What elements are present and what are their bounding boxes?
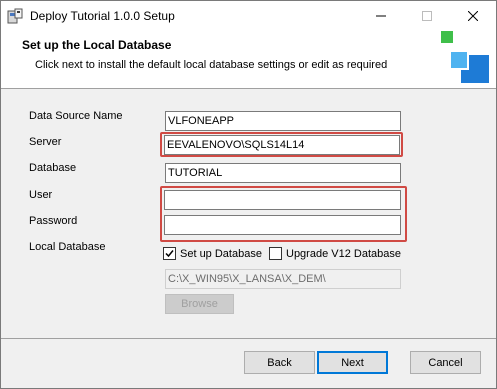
checkbox-box[interactable] — [163, 247, 176, 260]
minimize-button[interactable] — [358, 1, 404, 31]
title-bar[interactable]: Deploy Tutorial 1.0.0 Setup — [1, 1, 496, 31]
brand-logo — [441, 31, 489, 83]
back-button[interactable]: Back — [244, 351, 315, 374]
data-source-label: Data Source Name — [29, 110, 123, 122]
page-subtitle: Click next to install the default local … — [35, 59, 388, 71]
password-input[interactable] — [164, 215, 401, 235]
cancel-button[interactable]: Cancel — [410, 351, 481, 374]
password-label: Password — [29, 215, 78, 227]
minimize-icon — [376, 15, 386, 17]
server-input[interactable]: EEVALENOVO\SQLS14L14 — [164, 135, 400, 155]
checkbox-box[interactable] — [269, 247, 282, 260]
close-icon — [468, 11, 478, 21]
upgrade-database-label: Upgrade V12 Database — [286, 247, 401, 260]
browse-button: Browse — [165, 294, 234, 314]
local-database-label: Local Database — [29, 241, 106, 253]
close-button[interactable] — [450, 1, 496, 31]
setup-window: Deploy Tutorial 1.0.0 Setup Set up the L… — [0, 0, 497, 389]
user-input[interactable] — [164, 190, 401, 210]
maximize-icon — [422, 11, 432, 21]
page-title: Set up the Local Database — [22, 38, 172, 52]
database-path-input: C:\X_WIN95\X_LANSA\X_DEM\ — [165, 269, 401, 289]
server-label: Server — [29, 136, 62, 148]
wizard-header: Set up the Local Database Click next to … — [1, 31, 496, 89]
database-label: Database — [29, 162, 77, 174]
installer-icon — [7, 8, 23, 24]
next-button[interactable]: Next — [317, 351, 388, 374]
user-label: User — [29, 189, 53, 201]
setup-database-label: Set up Database — [180, 247, 262, 260]
footer-divider — [1, 338, 496, 339]
checkmark-icon — [165, 250, 174, 258]
setup-database-checkbox[interactable]: Set up Database — [163, 247, 262, 260]
maximize-button — [404, 1, 450, 31]
data-source-input[interactable]: VLFONEAPP — [165, 111, 401, 131]
upgrade-database-checkbox[interactable]: Upgrade V12 Database — [269, 247, 401, 260]
database-input[interactable]: TUTORIAL — [165, 163, 401, 183]
window-title: Deploy Tutorial 1.0.0 Setup — [30, 9, 175, 23]
